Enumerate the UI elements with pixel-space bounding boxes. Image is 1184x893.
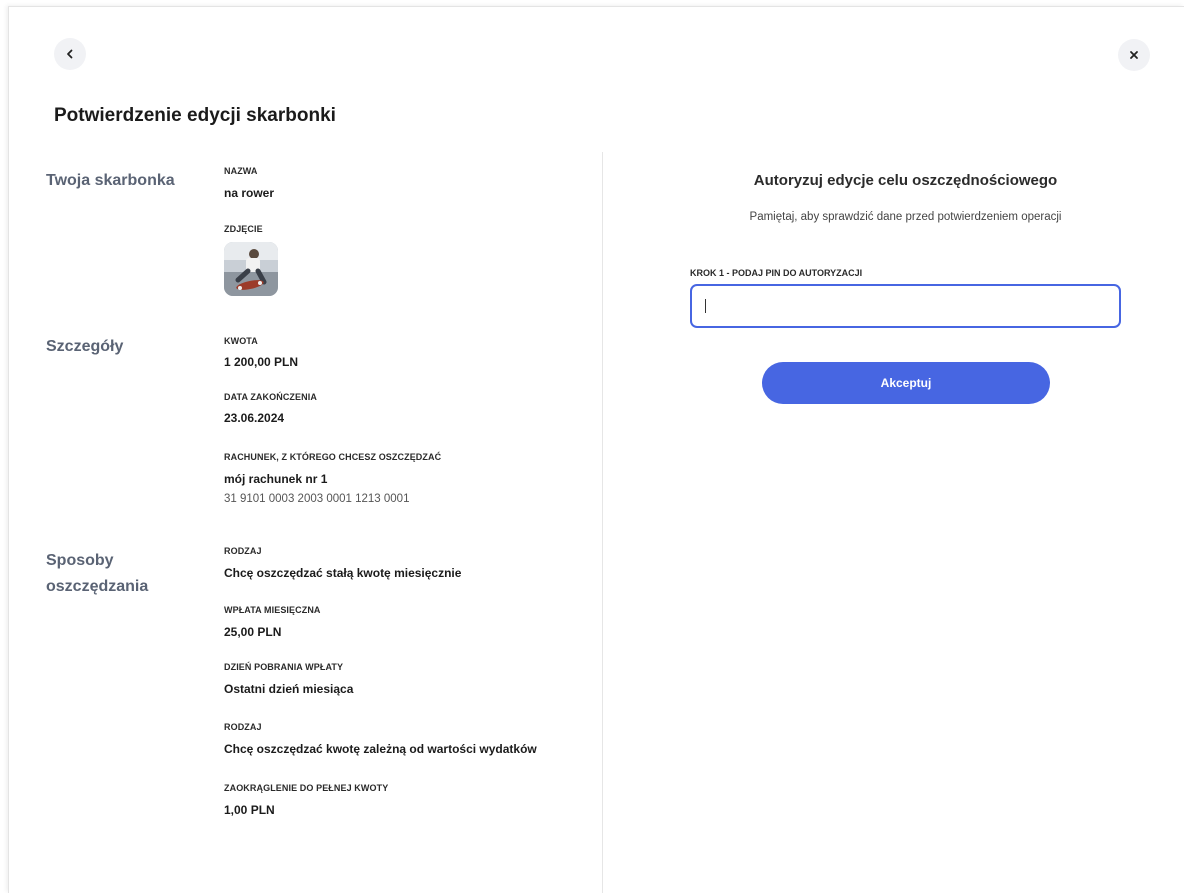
modal-frame	[8, 6, 1184, 893]
pin-input[interactable]	[690, 284, 1121, 328]
monthly-label: WPŁATA MIESIĘCZNA	[224, 605, 321, 615]
amount-value: 1 200,00 PLN	[224, 355, 299, 369]
type2-label: RODZAJ	[224, 722, 262, 732]
page-title: Potwierdzenie edycji skarbonki	[54, 105, 336, 126]
rounding-label: ZAOKRĄGLENIE DO PEŁNEJ KWOTY	[224, 783, 389, 793]
type1-value: Chcę oszczędzać stałą kwotę miesięcznie	[224, 566, 462, 580]
close-icon	[1128, 49, 1140, 61]
text-cursor	[705, 299, 706, 313]
name-value: na rower	[224, 186, 275, 200]
account-number: 31 9101 0003 2003 0001 1213 0001	[224, 493, 410, 505]
accept-button[interactable]: Akceptuj	[762, 362, 1050, 404]
close-button[interactable]	[1118, 39, 1150, 71]
monthly-value: 25,00 PLN	[224, 625, 282, 639]
rounding-value: 1,00 PLN	[224, 803, 275, 817]
auth-title: Autoryzuj edycje celu oszczędnościowego	[753, 172, 1058, 189]
back-button[interactable]	[54, 38, 86, 70]
section-title-methods: Sposoby oszczędzania	[46, 548, 148, 600]
auth-hint: Pamiętaj, aby sprawdzić dane przed potwi…	[749, 211, 1062, 223]
end-date-value: 23.06.2024	[224, 411, 285, 425]
pin-step-label: KROK 1 - PODAJ PIN DO AUTORYZACJI	[690, 268, 863, 278]
name-label: NAZWA	[224, 166, 258, 176]
section-title-methods-line2: oszczędzania	[46, 578, 149, 595]
section-title-piggy: Twoja skarbonka	[46, 172, 175, 189]
piggy-photo	[224, 242, 278, 296]
section-title-details: Szczegóły	[46, 338, 124, 355]
end-date-label: DATA ZAKOŃCZENIA	[224, 392, 317, 402]
section-title-methods-line1: Sposoby	[46, 552, 114, 569]
photo-label: ZDJĘCIE	[224, 224, 263, 234]
amount-label: KWOTA	[224, 336, 258, 346]
column-divider	[602, 152, 603, 893]
account-name: mój rachunek nr 1	[224, 472, 328, 486]
account-label: RACHUNEK, Z KTÓREGO CHCESZ OSZCZĘDZAĆ	[224, 452, 442, 462]
type1-label: RODZAJ	[224, 546, 262, 556]
day-value: Ostatni dzień miesiąca	[224, 682, 354, 696]
type2-value: Chcę oszczędzać kwotę zależną od wartośc…	[224, 742, 537, 756]
chevron-left-icon	[64, 48, 76, 60]
day-label: DZIEŃ POBRANIA WPŁATY	[224, 662, 344, 672]
